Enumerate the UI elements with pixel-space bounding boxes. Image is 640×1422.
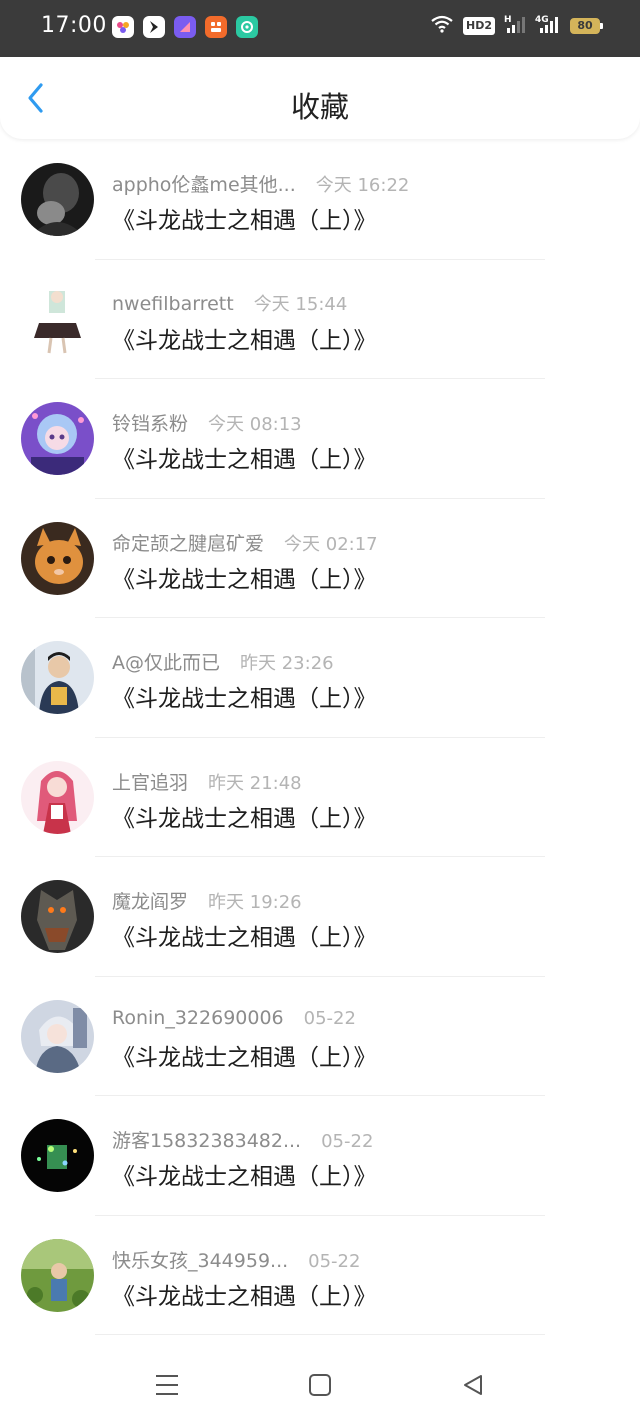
hd-badge: HD2 bbox=[463, 17, 495, 35]
avatar bbox=[21, 282, 94, 356]
item-meta: Ronin_322690006 05-22 bbox=[112, 1007, 356, 1029]
favorites-list: appho伦蠡me其他... 今天 16:22 《斗龙战士之相遇（上）》 nwe… bbox=[0, 140, 640, 1335]
item-meta: appho伦蠡me其他... 今天 16:22 bbox=[112, 170, 409, 197]
item-meta: 快乐女孩_344959... 05-22 bbox=[112, 1246, 360, 1273]
app1-icon bbox=[112, 16, 134, 38]
item-title: 《斗龙战士之相遇（上）》 bbox=[112, 447, 377, 473]
avatar bbox=[21, 760, 94, 834]
item-time: 今天 16:22 bbox=[315, 175, 410, 196]
avatar bbox=[21, 402, 94, 475]
system-nav-bar bbox=[0, 1350, 640, 1422]
item-meta: 上官追羽 昨天 21:48 bbox=[112, 768, 302, 795]
item-title: 《斗龙战士之相遇（上）》 bbox=[112, 1164, 377, 1190]
battery-icon: 80 bbox=[570, 18, 603, 34]
back-triangle-icon bbox=[464, 1375, 482, 1395]
avatar bbox=[21, 1119, 94, 1192]
signal-4g-icon: 4G bbox=[535, 14, 561, 38]
item-username: 上官追羽 bbox=[112, 771, 189, 794]
list-item[interactable]: 快乐女孩_344959... 05-22 《斗龙战士之相遇（上）》 bbox=[0, 1216, 640, 1335]
item-time: 05-22 bbox=[321, 1131, 374, 1152]
list-item[interactable]: A󠀠@仅此而已 昨天 23:26 《斗龙战士之相遇（上）》 bbox=[0, 618, 640, 738]
home-button[interactable] bbox=[305, 1370, 335, 1400]
app5-icon bbox=[236, 16, 258, 38]
status-time: 17:00 bbox=[41, 13, 107, 38]
item-meta: 命定颉之腱扈矿爱 今天 02:17 bbox=[112, 529, 378, 556]
avatar bbox=[21, 521, 94, 595]
item-meta: 魔龙阎罗 昨天 19:26 bbox=[112, 887, 302, 914]
item-title: 《斗龙战士之相遇（上）》 bbox=[112, 1044, 377, 1071]
item-username: Ronin_322690006 bbox=[112, 1006, 284, 1029]
notification-icons bbox=[112, 16, 258, 38]
item-meta: 游客15832383482... 05-22 bbox=[112, 1126, 373, 1153]
app4-icon bbox=[205, 16, 227, 38]
avatar bbox=[21, 999, 94, 1073]
status-indicators: HD2 H 4G 80 bbox=[430, 14, 603, 38]
item-title: 《斗龙战士之相遇（上）》 bbox=[112, 686, 377, 712]
list-item[interactable]: nwefilbarrett 今天 15:44 《斗龙战士之相遇（上）》 bbox=[0, 260, 640, 379]
item-title: 《斗龙战士之相遇（上）》 bbox=[112, 566, 377, 593]
wifi-icon bbox=[430, 15, 454, 37]
item-meta: 铃铛系粉 今天 08:13 bbox=[112, 409, 302, 436]
item-time: 今天 08:13 bbox=[208, 414, 302, 435]
back-nav-button[interactable] bbox=[458, 1370, 488, 1400]
list-item[interactable]: appho伦蠡me其他... 今天 16:22 《斗龙战士之相遇（上）》 bbox=[0, 140, 640, 260]
home-square-icon bbox=[309, 1374, 331, 1396]
app3-icon bbox=[174, 16, 196, 38]
item-time: 昨天 23:26 bbox=[240, 653, 334, 674]
item-meta: nwefilbarrett 今天 15:44 bbox=[112, 290, 347, 316]
item-time: 昨天 19:26 bbox=[208, 892, 302, 913]
item-time: 05-22 bbox=[308, 1250, 361, 1272]
page-title: 收藏 bbox=[290, 90, 349, 124]
item-username: 命定颉之腱扈矿爱 bbox=[112, 532, 265, 555]
item-time: 昨天 21:48 bbox=[208, 772, 302, 794]
item-title: 《斗龙战士之相遇（上）》 bbox=[112, 925, 377, 951]
avatar bbox=[21, 641, 94, 714]
item-username: 快乐女孩_344959... bbox=[112, 1249, 289, 1272]
avatar bbox=[21, 163, 94, 236]
item-username: 铃铛系粉 bbox=[112, 413, 189, 435]
list-item[interactable]: Ronin_322690006 05-22 《斗龙战士之相遇（上）》 bbox=[0, 977, 640, 1096]
item-time: 今天 02:17 bbox=[284, 533, 378, 555]
app2-icon bbox=[143, 16, 165, 38]
menu-button[interactable] bbox=[152, 1370, 182, 1400]
item-username: 游客15832383482... bbox=[112, 1130, 302, 1152]
signal-icon: H bbox=[504, 14, 526, 38]
item-username: 魔龙阎罗 bbox=[112, 891, 189, 913]
list-item[interactable]: 魔龙阎罗 昨天 19:26 《斗龙战士之相遇（上）》 bbox=[0, 857, 640, 977]
list-item[interactable]: 游客15832383482... 05-22 《斗龙战士之相遇（上）》 bbox=[0, 1096, 640, 1216]
item-time: 05-22 bbox=[303, 1007, 356, 1029]
item-username: nwefilbarrett bbox=[112, 292, 234, 315]
item-username: appho伦蠡me其他... bbox=[112, 174, 296, 196]
item-title: 《斗龙战士之相遇（上）》 bbox=[112, 327, 377, 354]
status-bar: 17:00 HD2 H 4G 80 bbox=[0, 0, 640, 57]
list-item[interactable]: 铃铛系粉 今天 08:13 《斗龙战士之相遇（上）》 bbox=[0, 379, 640, 499]
avatar bbox=[21, 880, 94, 953]
avatar bbox=[21, 1238, 94, 1312]
item-title: 《斗龙战士之相遇（上）》 bbox=[112, 208, 377, 234]
list-item[interactable]: 上官追羽 昨天 21:48 《斗龙战士之相遇（上）》 bbox=[0, 738, 640, 857]
page-header: 收藏 bbox=[0, 57, 640, 139]
svg-text:H: H bbox=[504, 15, 512, 25]
item-time: 今天 15:44 bbox=[253, 293, 348, 315]
item-meta: A󠀠@仅此而已 昨天 23:26 bbox=[112, 648, 334, 675]
item-title: 《斗龙战士之相遇（上）》 bbox=[112, 1283, 377, 1310]
item-username: A󠀠@仅此而已 bbox=[112, 652, 220, 674]
list-item[interactable]: 命定颉之腱扈矿爱 今天 02:17 《斗龙战士之相遇（上）》 bbox=[0, 499, 640, 618]
divider bbox=[95, 1334, 545, 1335]
menu-icon bbox=[156, 1375, 178, 1395]
item-title: 《斗龙战士之相遇（上）》 bbox=[112, 805, 377, 832]
svg-text:4G: 4G bbox=[535, 15, 549, 25]
